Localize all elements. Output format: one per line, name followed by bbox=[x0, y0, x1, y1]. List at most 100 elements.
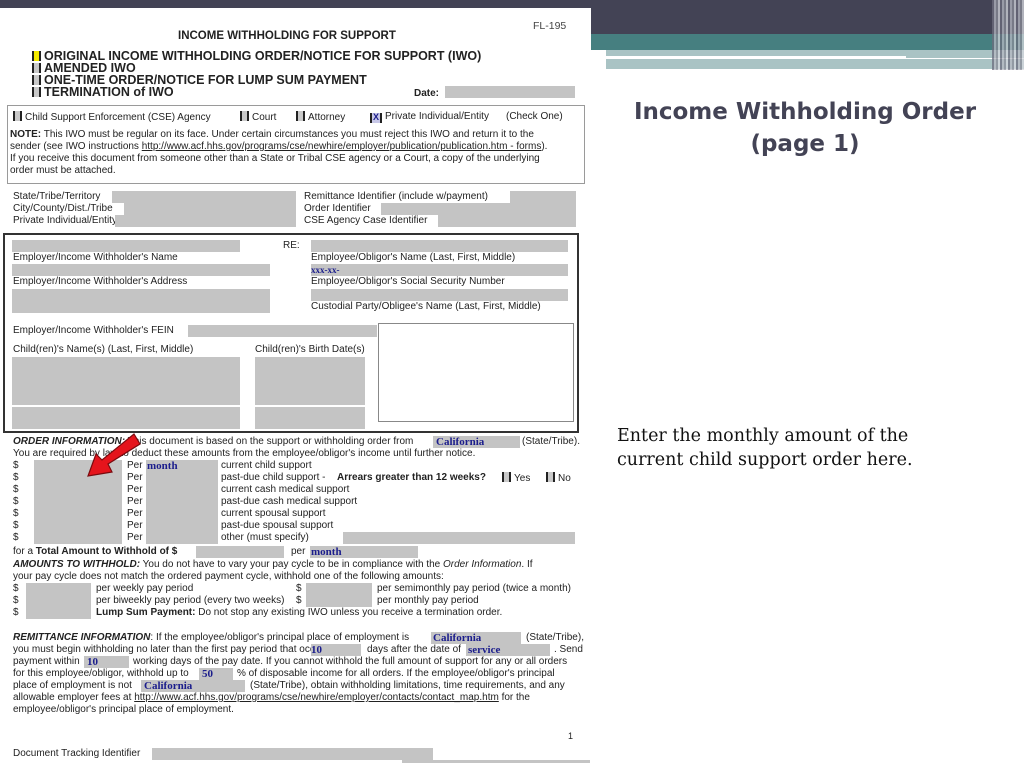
percent-value: 50 bbox=[202, 668, 213, 680]
arrears-question: Arrears greater than 12 weeks? bbox=[337, 472, 486, 483]
per-label: Per bbox=[127, 508, 143, 519]
checked-checkbox[interactable]: X bbox=[370, 113, 382, 123]
note-line-3: If you receive this document from someon… bbox=[10, 153, 540, 164]
custodial-name-field[interactable] bbox=[311, 289, 568, 301]
remittance-line-1: REMITTANCE INFORMATION: If the employee/… bbox=[13, 632, 410, 643]
order-frequency-field[interactable] bbox=[146, 496, 218, 508]
monthly-label: per monthly pay period bbox=[377, 595, 479, 606]
children-dob-field[interactable] bbox=[255, 357, 365, 405]
children-names-field[interactable] bbox=[12, 357, 240, 405]
form-title: INCOME WITHHOLDING FOR SUPPORT bbox=[178, 30, 396, 42]
page-number: 1 bbox=[568, 731, 574, 741]
employer-address-field-2[interactable] bbox=[12, 289, 270, 313]
employer-name-field[interactable] bbox=[12, 240, 240, 252]
order-info-line-1: ORDER INFORMATION: This document is base… bbox=[13, 436, 414, 447]
order-frequency-field[interactable] bbox=[146, 520, 218, 532]
city-county-field[interactable] bbox=[124, 203, 296, 215]
city-county-label: City/County/Dist./Tribe bbox=[13, 203, 113, 214]
state-tribe-suffix: (State/Tribe). bbox=[522, 436, 580, 447]
ssn-label: Employee/Obligor's Social Security Numbe… bbox=[311, 276, 505, 287]
other-specify-field[interactable] bbox=[343, 532, 575, 544]
total-per-label: per bbox=[291, 546, 306, 557]
monthly-amount-field[interactable] bbox=[306, 595, 372, 607]
lump-sum-amount-field[interactable] bbox=[26, 607, 91, 619]
order-frequency-field[interactable] bbox=[146, 484, 218, 496]
employer-name-label: Employer/Income Withholder's Name bbox=[13, 252, 178, 263]
order-frequency-value: month bbox=[147, 460, 178, 472]
order-amount-field[interactable] bbox=[34, 508, 122, 520]
checkbox[interactable] bbox=[32, 51, 41, 61]
total-amount-field[interactable] bbox=[196, 546, 284, 558]
order-amount-field[interactable] bbox=[34, 496, 122, 508]
checkbox[interactable] bbox=[296, 111, 305, 121]
arrears-no[interactable]: No bbox=[546, 472, 571, 485]
ssn-field[interactable] bbox=[311, 264, 568, 276]
checkbox[interactable] bbox=[240, 111, 249, 121]
total-line: for a Total Amount to Withhold of $ bbox=[13, 546, 178, 557]
sender-court[interactable]: Court bbox=[240, 111, 276, 124]
per-label: Per bbox=[127, 532, 143, 543]
slide-white-line bbox=[606, 56, 906, 59]
state-tribe-field[interactable] bbox=[112, 191, 296, 203]
cse-case-id-field[interactable] bbox=[438, 215, 576, 227]
remittance-line-2: you must begin withholding no later than… bbox=[13, 644, 324, 655]
tracking-id-field[interactable] bbox=[152, 748, 433, 760]
employer-address-field[interactable] bbox=[12, 264, 270, 276]
tracking-id-label: Document Tracking Identifier bbox=[13, 748, 141, 759]
order-amount-field[interactable] bbox=[34, 484, 122, 496]
semimonthly-amount-field[interactable] bbox=[306, 583, 372, 595]
dollar-sign: $ bbox=[13, 460, 19, 471]
checkbox[interactable] bbox=[13, 111, 22, 121]
order-amount-field[interactable] bbox=[34, 532, 122, 544]
order-state-value: California bbox=[436, 436, 485, 448]
private-entity-field[interactable] bbox=[115, 215, 296, 227]
iwo-instructions-link[interactable]: http://www.acf.hhs.gov/programs/cse/newh… bbox=[142, 141, 542, 152]
checkbox[interactable] bbox=[32, 87, 41, 97]
arrears-yes[interactable]: Yes bbox=[502, 472, 530, 485]
order-id-field[interactable] bbox=[381, 203, 576, 215]
children-names-field-2[interactable] bbox=[12, 407, 240, 429]
order-type-termination[interactable]: TERMINATION of IWO bbox=[32, 86, 174, 98]
lump-sum-line: Lump Sum Payment: Do not stop any existi… bbox=[96, 607, 503, 618]
remittance-line-3a: payment within bbox=[13, 656, 80, 667]
dollar-sign: $ bbox=[13, 532, 19, 543]
checkbox[interactable] bbox=[32, 63, 41, 73]
custodial-name-label: Custodial Party/Obligee's Name (Last, Fi… bbox=[311, 301, 541, 312]
sender-attorney[interactable]: Attorney bbox=[296, 111, 345, 124]
state-tribe-label: State/Tribe/Territory bbox=[13, 191, 101, 202]
form-number: FL-195 bbox=[533, 20, 567, 32]
order-frequency-field[interactable] bbox=[146, 508, 218, 520]
per-label: Per bbox=[127, 520, 143, 531]
employee-name-field[interactable] bbox=[311, 240, 568, 252]
service-value: service bbox=[468, 644, 501, 656]
contact-map-link[interactable]: http://www.acf.hhs.gov/programs/cse/newh… bbox=[134, 692, 499, 703]
total-per-value: month bbox=[311, 546, 342, 558]
sender-private[interactable]: X Private Individual/Entity bbox=[370, 111, 489, 123]
order-frequency-field[interactable] bbox=[146, 472, 218, 484]
checkbox[interactable] bbox=[546, 472, 555, 482]
slide-title: Income Withholding Order (page 1) bbox=[620, 96, 990, 160]
order-amount-field[interactable] bbox=[34, 520, 122, 532]
sender-cse[interactable]: Child Support Enforcement (CSE) Agency bbox=[13, 111, 211, 124]
weekly-amount-field[interactable] bbox=[26, 583, 91, 595]
children-dob-label: Child(ren)'s Birth Date(s) bbox=[255, 344, 365, 355]
fein-label: Employer/Income Withholder's FEIN bbox=[13, 325, 174, 336]
checkbox[interactable] bbox=[32, 75, 41, 85]
order-row-label: other (must specify) bbox=[221, 532, 309, 543]
not-state-value: California bbox=[144, 680, 193, 692]
order-frequency-field[interactable] bbox=[146, 532, 218, 544]
remittance-state-value: California bbox=[433, 632, 482, 644]
amounts-line-2: your pay cycle does not match the ordere… bbox=[13, 571, 444, 582]
fein-field[interactable] bbox=[188, 325, 377, 337]
date-field[interactable] bbox=[445, 86, 575, 98]
remittance-line-2c: . Send bbox=[554, 644, 583, 655]
children-dob-field-2[interactable] bbox=[255, 407, 365, 429]
slide-caption: Enter the monthly amount of the current … bbox=[617, 426, 913, 470]
remittance-id-field[interactable] bbox=[510, 191, 576, 203]
biweekly-amount-field[interactable] bbox=[26, 595, 91, 607]
remittance-line-6: allowable employer fees at http://www.ac… bbox=[13, 692, 530, 703]
checkbox[interactable] bbox=[502, 472, 511, 482]
semimonthly-label: per semimonthly pay period (twice a mont… bbox=[377, 583, 571, 594]
remittance-line-7: employee/obligor's principal place of em… bbox=[13, 704, 234, 715]
order-row-label: past-due child support - bbox=[221, 472, 326, 483]
